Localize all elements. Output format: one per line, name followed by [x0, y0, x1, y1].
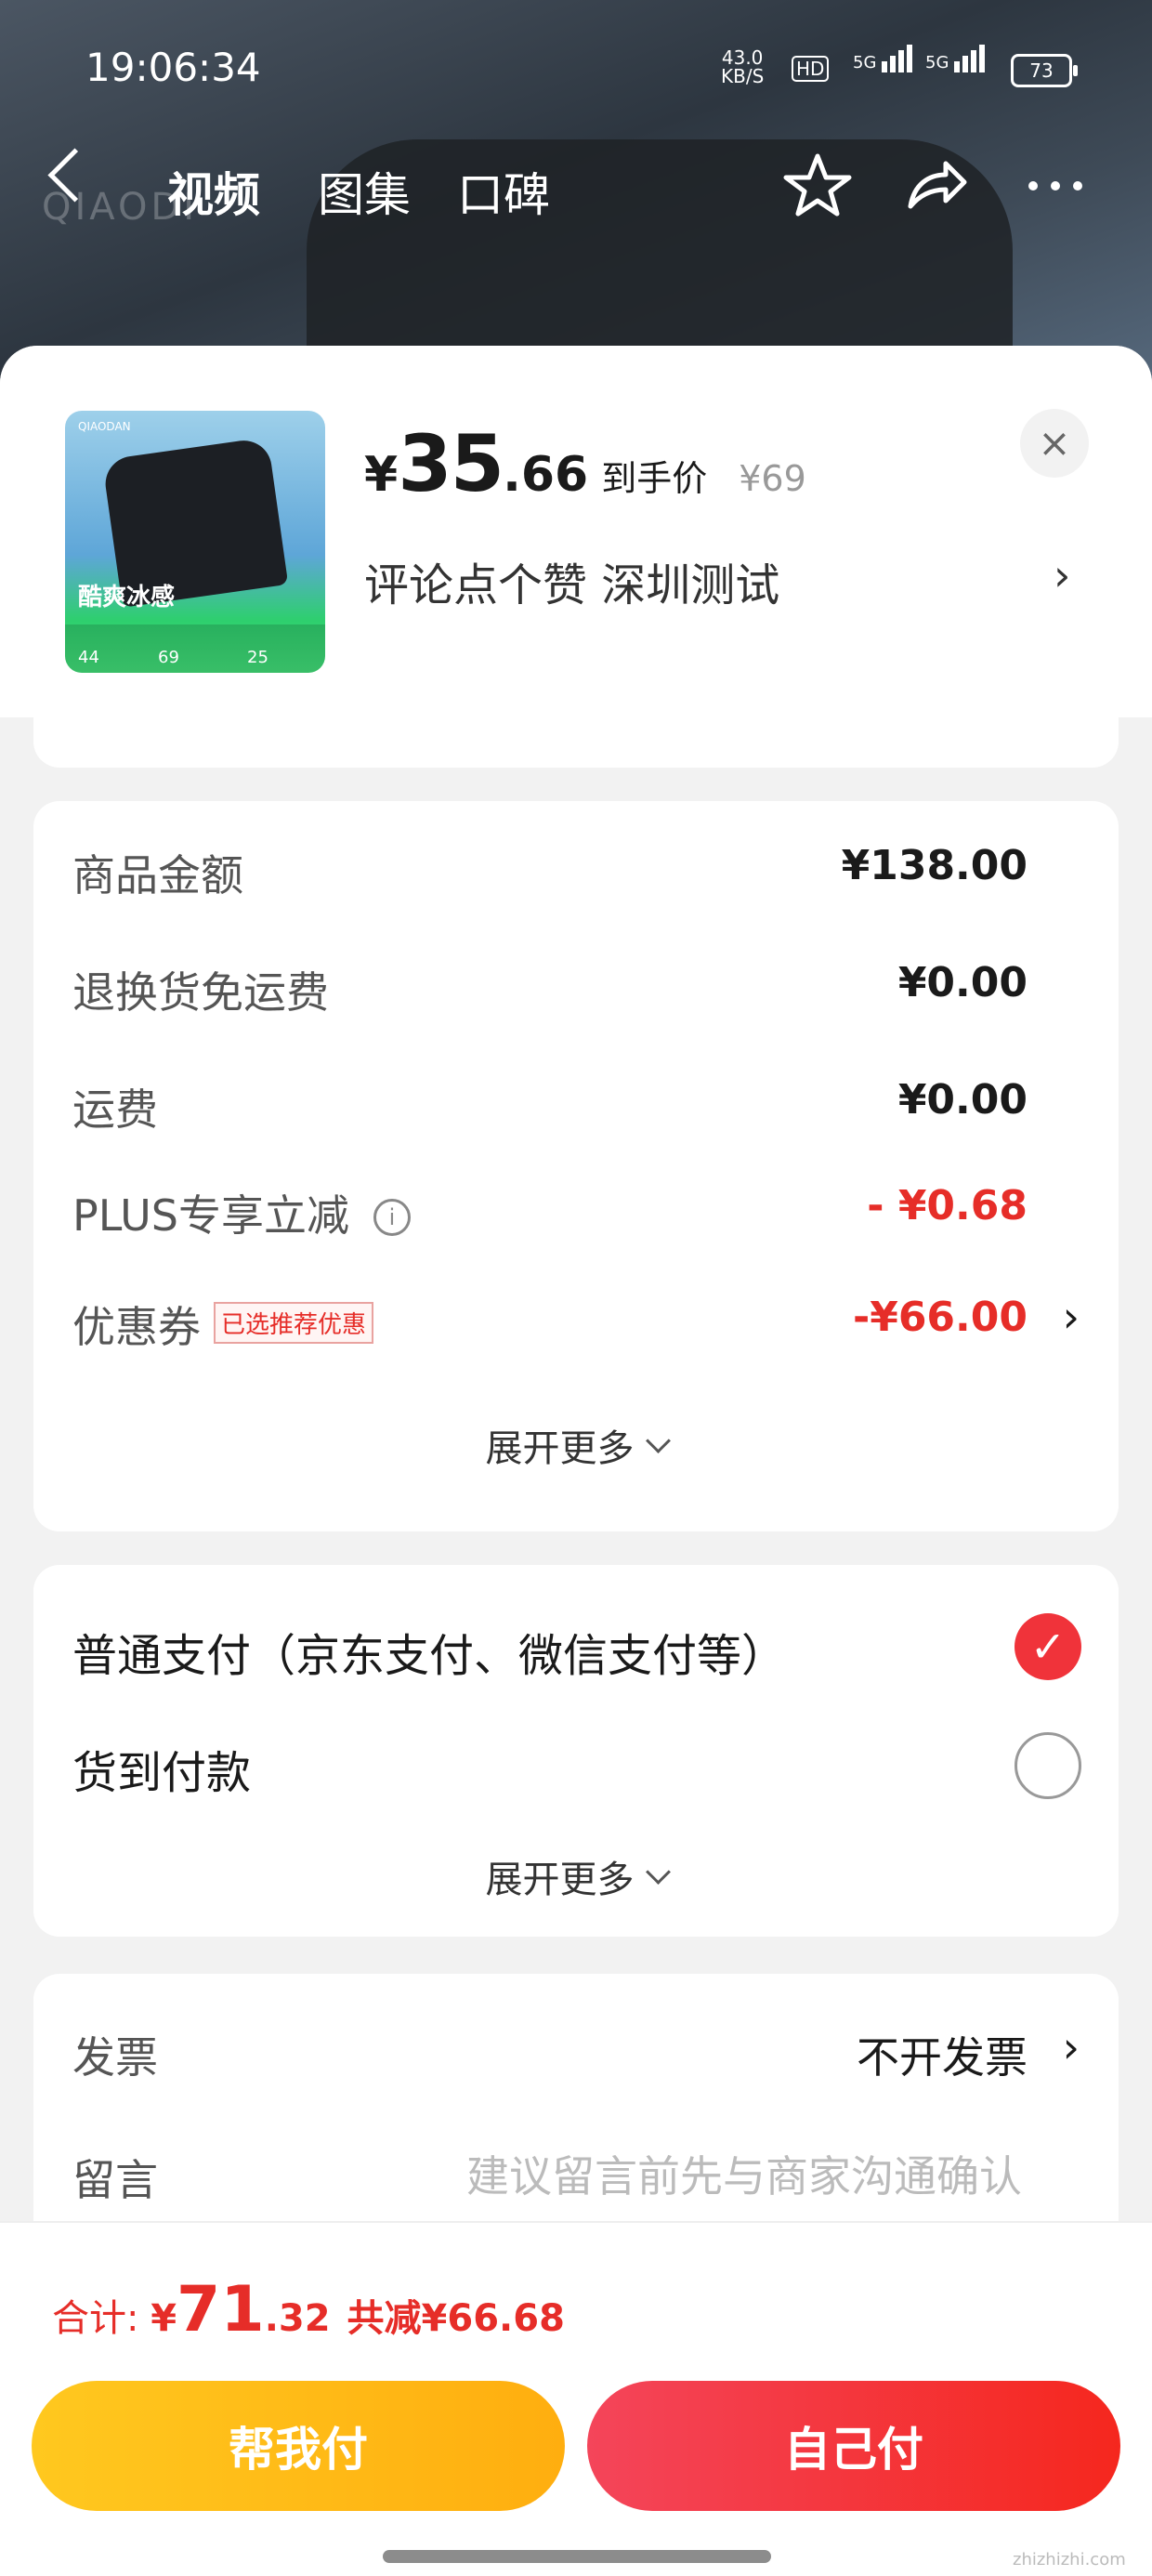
thumb-brand: QIAODAN: [78, 420, 131, 433]
price-breakdown-card: 商品金额 ¥138.00 退换货免运费 ¥0.00 运费 ¥0.00: [33, 801, 1119, 1216]
chevron-right-icon[interactable]: ›: [1063, 1292, 1080, 1342]
home-indicator[interactable]: [383, 2550, 771, 2563]
battery-icon: 73: [1011, 54, 1078, 87]
network-speed: 43.0 KB/S: [721, 46, 765, 87]
expand-more-button[interactable]: 展开更多: [33, 1418, 1119, 1472]
order-total: 合计: ¥71.32 共减¥66.68: [52, 2273, 565, 2346]
signal-5g-icon-2: 5G: [925, 45, 988, 72]
message-input[interactable]: [425, 2143, 1024, 2210]
row-message: 留言: [72, 2137, 1080, 2212]
site-watermark: zhizhizhi.com: [1013, 2550, 1126, 2569]
address-card-stub: [33, 710, 1119, 768]
more-icon[interactable]: [1018, 149, 1093, 223]
close-icon[interactable]: ×: [1020, 409, 1089, 478]
star-icon[interactable]: [780, 149, 855, 223]
price-breakdown-card-lower: PLUS专享立减 i - ¥0.68 优惠券 已选推荐优惠 -¥66.00 › 展开…: [33, 1173, 1119, 1531]
product-price: ¥35.66 到手价 ¥69: [364, 418, 806, 509]
checked-icon[interactable]: ✓: [1015, 1613, 1081, 1680]
chevron-down-icon: [645, 1860, 671, 1885]
row-shipping: 运费 ¥0.00: [72, 1076, 1028, 1135]
help-me-pay-button[interactable]: 帮我付: [32, 2381, 565, 2511]
checkout-bar: 合计: ¥71.32 共减¥66.68 帮我付 自己付 zhizhizhi.com: [0, 2223, 1152, 2576]
thumb-slogan: 酷爽冰感: [78, 584, 176, 611]
pay-myself-button[interactable]: 自己付: [587, 2381, 1120, 2511]
hd-icon: HD: [792, 56, 830, 82]
expand-more-button[interactable]: 展开更多: [33, 1849, 1119, 1903]
tab-reviews[interactable]: 口碑: [457, 158, 550, 225]
row-invoice[interactable]: 发票 不开发票 ›: [72, 2015, 1080, 2089]
tab-gallery[interactable]: 图集: [318, 158, 411, 225]
price-tag-label: 到手价: [601, 458, 708, 499]
share-icon[interactable]: [897, 149, 972, 223]
product-header: QIAODAN 酷爽冰感 44 69 25 ¥35.66 到手价 ¥69 × 评论点…: [0, 346, 1152, 717]
video-background: QIAODI 19:06:34 43.0 KB/S HD 5G 5G 73 视频 …: [0, 0, 1152, 390]
total-savings: 共减¥66.68: [347, 2297, 565, 2340]
tab-video[interactable]: 视频: [167, 158, 260, 225]
status-time: 19:06:34: [85, 45, 261, 90]
coupon-badge: 已选推荐优惠: [214, 1302, 374, 1344]
info-icon[interactable]: i: [373, 1199, 411, 1236]
chevron-right-icon[interactable]: ›: [1054, 550, 1070, 600]
product-subtitle[interactable]: 评论点个赞 深圳测试: [364, 548, 779, 613]
thumb-price-strip: 44 69 25: [65, 624, 325, 673]
chevron-down-icon: [645, 1428, 671, 1453]
row-return-shipping: 退换货免运费 ¥0.00: [72, 959, 1028, 1018]
product-thumbnail[interactable]: QIAODAN 酷爽冰感 44 69 25: [65, 411, 325, 673]
payment-card: 普通支付（京东支付、微信支付等） ✓ 货到付款 展开更多: [33, 1565, 1119, 1937]
invoice-value: 不开发票: [857, 2032, 1028, 2083]
signal-5g-icon: 5G: [853, 45, 915, 72]
back-icon[interactable]: [47, 148, 102, 203]
row-goods-amount: 商品金额 ¥138.00: [72, 842, 1028, 900]
original-price: ¥69: [739, 458, 806, 499]
row-coupon[interactable]: 优惠券 已选推荐优惠 -¥66.00 ›: [72, 1284, 1080, 1359]
extras-card: 发票 不开发票 › 留言: [33, 1974, 1119, 2253]
payment-option-normal[interactable]: 普通支付（京东支付、微信支付等）: [72, 1619, 786, 1684]
payment-option-cod[interactable]: 货到付款: [72, 1736, 251, 1801]
radio-unchecked[interactable]: [1015, 1732, 1081, 1799]
row-plus-discount: PLUS专享立减 i - ¥0.68: [72, 1182, 1028, 1241]
chevron-right-icon[interactable]: ›: [1063, 2022, 1080, 2072]
top-nav: 视频 图集 口碑: [0, 139, 1152, 232]
status-bar: 19:06:34 43.0 KB/S HD 5G 5G 73: [0, 37, 1152, 102]
